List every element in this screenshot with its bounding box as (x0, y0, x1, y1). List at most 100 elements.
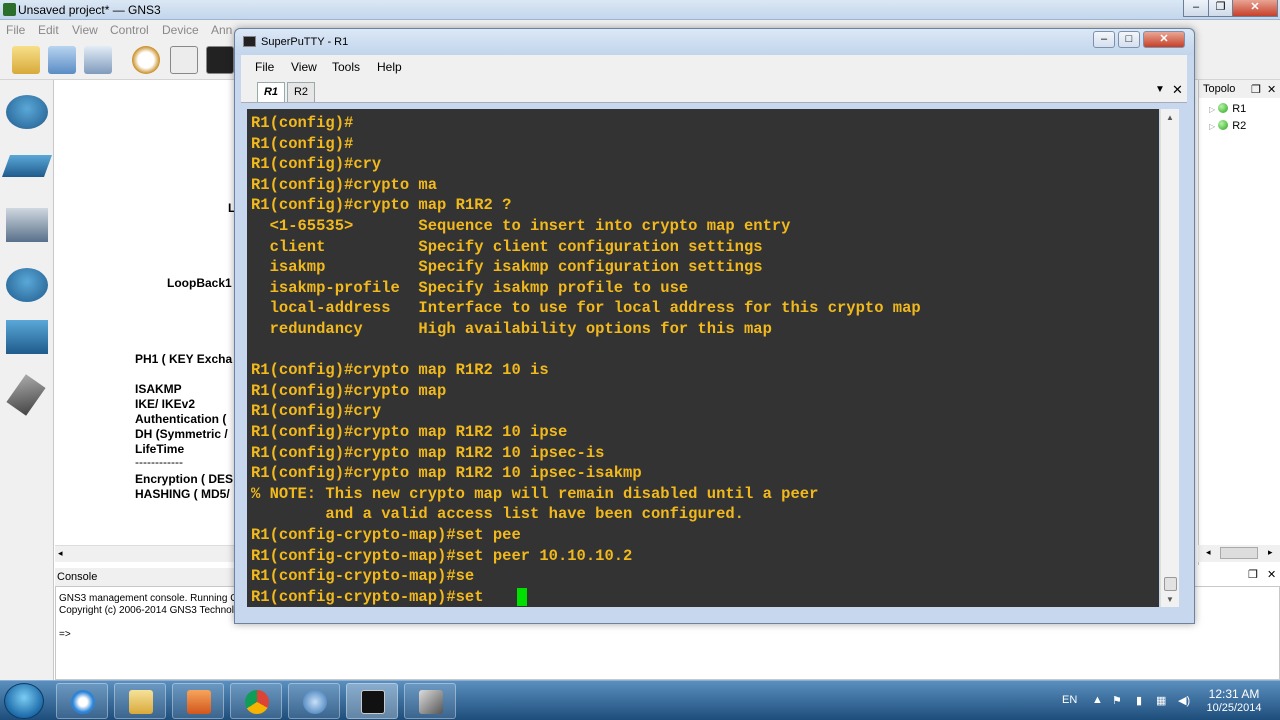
topology-summary-title: Topolo (1203, 83, 1236, 95)
new-project-icon[interactable] (12, 46, 40, 74)
menu-file[interactable]: File (255, 60, 274, 74)
tab-r2[interactable]: R2 (287, 82, 315, 102)
terminal-line: R1(config)#crypto map R1R2 10 ipse (251, 423, 568, 441)
close-tab-icon[interactable]: ✕ (1172, 82, 1183, 98)
terminal-line: R1(config)#crypto map R1R2 10 ipsec-isak… (251, 464, 642, 483)
expand-arrow-icon[interactable]: ▷ (1209, 105, 1215, 114)
terminal-line: local-address Interface to use for local… (251, 299, 921, 318)
menu-device[interactable]: Device (162, 23, 199, 37)
superputty-window-title: SuperPuTTY - R1 (261, 36, 349, 48)
topology-summary-header: Topolo ❐ ✕ (1199, 80, 1280, 98)
terminal-line: client Specify client configuration sett… (251, 237, 763, 256)
terminal-line: isakmp Specify isakmp configuration sett… (251, 258, 763, 277)
windows-taskbar: EN ▲ ⚑ ▮ ▦ ◀) 12:31 AM 10/25/2014 (0, 680, 1280, 720)
terminal-icon (361, 690, 385, 714)
end-device-icon[interactable] (6, 208, 48, 242)
topology-canvas[interactable]: L LoopBack1 PH1 ( KEY Excha ISAKMP IKE/ … (55, 80, 240, 545)
menu-view[interactable]: View (291, 60, 317, 74)
expand-arrow-icon[interactable]: ▷ (1209, 122, 1215, 131)
chrome-icon (245, 690, 269, 714)
switch-icon[interactable] (1, 155, 53, 177)
terminal-screen[interactable]: R1(config)# R1(config)# R1(config)#cry R… (247, 109, 1159, 607)
topology-node-label: R1 (1232, 103, 1247, 115)
session-tabbar: R1 R2 ▼ ✕ (241, 79, 1187, 103)
taskbar-app[interactable] (172, 683, 224, 719)
scrollbar-thumb[interactable] (1164, 577, 1177, 591)
topology-node-r2[interactable]: ▷ R2 (1209, 120, 1246, 132)
superputty-window: SuperPuTTY - R1 – □ ✕ File View Tools He… (234, 28, 1195, 624)
menu-control[interactable]: Control (110, 23, 149, 37)
taskbar-app[interactable] (404, 683, 456, 719)
open-project-icon[interactable] (48, 46, 76, 74)
terminal-line: and a valid access list have been config… (251, 505, 744, 524)
close-dock-icon[interactable]: ✕ (1267, 569, 1276, 581)
topology-node-label: R2 (1232, 120, 1247, 132)
topology-summary-pane: Topolo ❐ ✕ ▷ R1 ▷ R2 (1198, 80, 1280, 565)
taskbar-app[interactable] (230, 683, 282, 719)
save-project-icon[interactable] (84, 46, 112, 74)
security-device-icon[interactable] (6, 268, 48, 302)
close-button[interactable]: ✕ (1232, 0, 1278, 17)
minimize-button[interactable]: – (1183, 0, 1209, 17)
terminal-line: R1(config)#crypto ma (251, 175, 438, 194)
menu-tools[interactable]: Tools (332, 60, 360, 74)
close-button[interactable]: ✕ (1143, 31, 1185, 48)
start-button[interactable] (4, 683, 44, 719)
maximize-button[interactable]: □ (1118, 31, 1140, 48)
console-all-icon[interactable] (206, 46, 234, 74)
menu-file[interactable]: File (6, 23, 25, 37)
clock-icon[interactable] (132, 46, 160, 74)
scroll-right-icon[interactable]: ▸ (1268, 547, 1273, 558)
console-line: Copyright (c) 2006-2014 GNS3 Technol (59, 605, 234, 616)
device-dock (0, 80, 54, 680)
minimize-button[interactable]: – (1093, 31, 1115, 48)
taskbar-app[interactable] (56, 683, 108, 719)
volume-icon[interactable]: ◀) (1178, 694, 1190, 707)
add-link-icon[interactable] (6, 374, 46, 416)
undock-icon[interactable]: ❐ (1251, 83, 1261, 96)
menu-view[interactable]: View (72, 23, 98, 37)
internet-explorer-icon (71, 690, 95, 714)
menu-help[interactable]: Help (377, 60, 402, 74)
topology-node-r1[interactable]: ▷ R1 (1209, 103, 1246, 115)
all-devices-icon[interactable] (6, 320, 48, 354)
router-icon[interactable] (6, 95, 48, 129)
scroll-left-icon[interactable]: ◂ (58, 548, 63, 559)
superputty-titlebar[interactable]: SuperPuTTY - R1 – □ ✕ (235, 29, 1194, 55)
tab-r1[interactable]: R1 (257, 82, 285, 102)
menu-annotate[interactable]: Ann (211, 23, 232, 37)
terminal-line: isakmp-profile Specify isakmp profile to… (251, 278, 689, 297)
status-led-icon (1218, 120, 1229, 130)
network-icon[interactable]: ▦ (1156, 694, 1166, 707)
scrollbar-thumb[interactable] (1220, 547, 1258, 559)
terminal-line: R1(config)#crypto map R1R2 ? (251, 196, 512, 215)
clock-time[interactable]: 12:31 AM (1202, 687, 1266, 701)
topology-horizontal-scrollbar[interactable]: ◂ ▸ (1198, 545, 1280, 562)
terminal-line: <1-65535> Sequence to insert into crypto… (251, 217, 791, 235)
action-center-icon[interactable]: ⚑ (1112, 694, 1122, 707)
taskbar-app[interactable] (114, 683, 166, 719)
canvas-note-dh: DH (Symmetric / (135, 427, 228, 441)
scroll-down-icon[interactable]: ▼ (1166, 595, 1174, 604)
close-dock-icon[interactable]: ✕ (1267, 83, 1276, 96)
language-indicator[interactable]: EN (1062, 694, 1077, 706)
snapshot-icon[interactable] (170, 46, 198, 74)
maximize-button[interactable]: ❐ (1208, 0, 1233, 17)
tray-overflow-icon[interactable]: ▲ (1092, 694, 1103, 706)
taskbar-app[interactable] (288, 683, 340, 719)
console-line: GNS3 management console. Running G (59, 593, 238, 604)
terminal-line: R1(config)#cry (251, 402, 382, 421)
menu-edit[interactable]: Edit (38, 23, 59, 37)
taskbar-app-active[interactable] (346, 683, 398, 719)
terminal-line: R1(config)# (251, 114, 354, 132)
console-title: Console (57, 571, 98, 583)
tab-list-dropdown-icon[interactable]: ▼ (1155, 84, 1165, 95)
terminal-vertical-scrollbar[interactable]: ▲ ▼ (1160, 109, 1179, 607)
scroll-up-icon[interactable]: ▲ (1166, 113, 1174, 122)
scroll-left-icon[interactable]: ◂ (1206, 547, 1211, 558)
power-icon[interactable]: ▮ (1136, 694, 1142, 707)
undock-icon[interactable]: ❐ (1248, 569, 1258, 581)
canvas-horizontal-scrollbar[interactable]: ◂ (55, 545, 240, 562)
clock-date[interactable]: 10/25/2014 (1202, 702, 1266, 714)
terminal-line: redundancy High availability options for… (251, 320, 772, 338)
